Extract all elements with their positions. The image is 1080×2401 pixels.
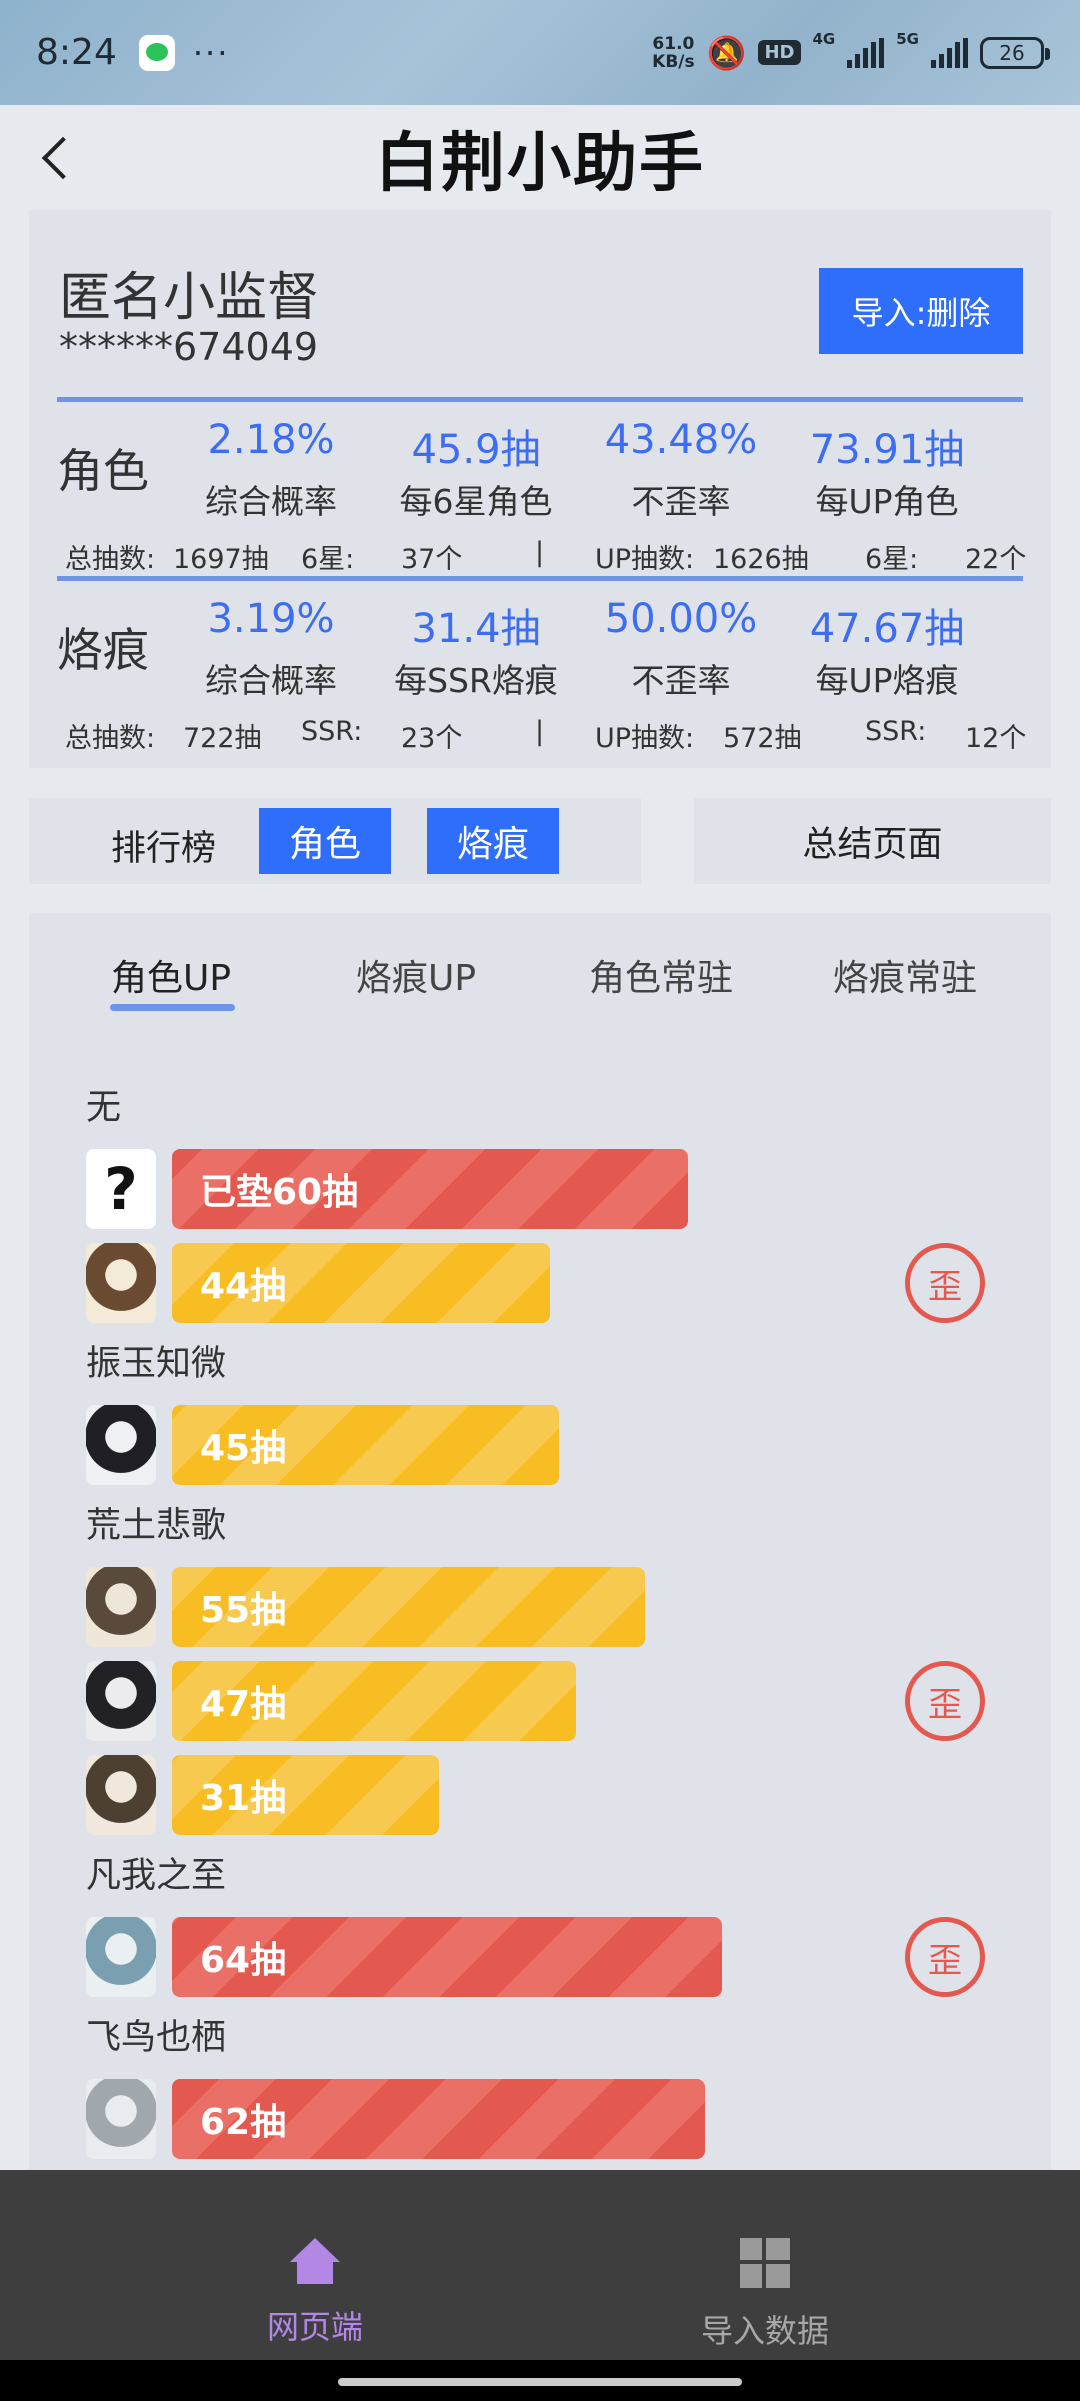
group-title: 无 <box>86 1088 122 1128</box>
hd-icon: HD <box>758 40 801 65</box>
signal-icon <box>847 37 885 68</box>
pull-count-bar: 47抽 <box>172 1661 576 1741</box>
import-delete-button[interactable]: 导入:删除 <box>819 268 1023 354</box>
imprint-totals: 总抽数: 722抽 SSR: 23个 | UP抽数: 572抽 SSR: 12个 <box>65 716 1027 754</box>
character-avatar <box>86 1661 156 1741</box>
character-avatar <box>86 1917 156 1997</box>
user-id: ******674049 <box>59 325 319 369</box>
off-banner-badge: 歪 <box>905 1661 985 1741</box>
status-time: 8:24 <box>36 32 117 73</box>
imprint-stats: 烙痕 3.19% 综合概率 31.4抽 每SSR烙痕 50.00% 不歪率 47.67… <box>57 584 1027 759</box>
stat-col: 45.9抽 每6星角色 <box>399 427 553 521</box>
pull-count-bar: 已垫60抽 <box>172 1149 688 1229</box>
group-title: 凡我之至 <box>86 1856 227 1896</box>
stat-label: 角色 <box>57 444 149 498</box>
back-arrow-icon[interactable] <box>36 133 80 183</box>
rank-character-button[interactable]: 角色 <box>259 808 391 874</box>
group-title: 飞鸟也栖 <box>86 2018 227 2058</box>
pull-count-bar: 45抽 <box>172 1405 559 1485</box>
stat-col: 31.4抽 每SSR烙痕 <box>394 606 558 700</box>
tab-imprint-standard[interactable]: 烙痕常驻 <box>833 949 977 1001</box>
off-banner-badge: 歪 <box>905 1243 985 1323</box>
nav-import[interactable]: 导入数据 <box>495 2170 1035 2360</box>
character-avatar <box>86 2079 156 2159</box>
stat-col: 73.91抽 每UP角色 <box>809 427 965 521</box>
rank-label: 排行榜 <box>111 829 217 869</box>
status-icons: 61.0 KB/s 🔕 HD 4G 5G 26 <box>652 30 1050 72</box>
character-totals: 总抽数: 1697抽 6星: 37个 | UP抽数: 1626抽 6星: 22个 <box>65 537 1027 575</box>
rank-bar: 排行榜 角色 烙痕 <box>29 798 641 884</box>
stat-col: 43.48% 不歪率 <box>604 417 758 521</box>
rank-imprint-button[interactable]: 烙痕 <box>427 808 559 874</box>
home-icon <box>288 2238 342 2284</box>
more-notifications-icon: ··· <box>192 33 230 72</box>
stat-col: 47.67抽 每UP烙痕 <box>809 606 965 700</box>
network-type-2: 5G <box>896 29 919 48</box>
stat-col: 2.18% 综合概率 <box>205 417 337 521</box>
stat-col: 50.00% 不歪率 <box>604 596 758 700</box>
divider <box>57 397 1023 402</box>
summary-card: 匿名小监督 ******674049 导入:删除 角色 2.18% 综合概率 45… <box>29 210 1051 768</box>
pull-count-bar: 64抽 <box>172 1917 722 1997</box>
pull-count-bar: 55抽 <box>172 1567 645 1647</box>
bottom-nav: 网页端 导入数据 <box>0 2170 1080 2360</box>
pull-count-bar: 44抽 <box>172 1243 550 1323</box>
stat-col: 3.19% 综合概率 <box>205 596 337 700</box>
page-title: 白荆小助手 <box>375 125 705 201</box>
group-title: 荒土悲歌 <box>86 1506 227 1546</box>
network-speed: 61.0 KB/s <box>652 33 695 72</box>
network-type-1: 4G <box>812 29 836 48</box>
character-avatar <box>86 1405 156 1485</box>
dashboard-icon <box>740 2238 790 2288</box>
character-avatar <box>86 1243 156 1323</box>
stat-label: 烙痕 <box>57 623 149 677</box>
summary-page-button[interactable]: 总结页面 <box>694 798 1051 884</box>
tab-character-up[interactable]: 角色UP <box>111 949 231 1001</box>
character-avatar <box>86 1567 156 1647</box>
status-bar: 8:24 ··· 61.0 KB/s 🔕 HD 4G 5G 26 <box>0 0 1080 105</box>
character-stats: 角色 2.18% 综合概率 45.9抽 每6星角色 43.48% 不歪率 73.91抽… <box>57 405 1027 580</box>
tab-imprint-up[interactable]: 烙痕UP <box>356 949 476 1001</box>
app-header: 白荆小助手 <box>0 105 1080 210</box>
pull-count-bar: 31抽 <box>172 1755 439 1835</box>
wechat-icon <box>138 34 175 71</box>
user-name: 匿名小监督 <box>59 268 320 328</box>
unknown-character-icon: ? <box>86 1149 156 1229</box>
divider <box>57 576 1023 581</box>
signal-icon-2 <box>931 37 968 68</box>
active-tab-indicator <box>110 1004 235 1011</box>
off-banner-badge: 歪 <box>905 1917 985 1997</box>
tab-character-standard[interactable]: 角色常驻 <box>589 949 733 1001</box>
battery-icon: 26 <box>980 36 1050 69</box>
gesture-bar[interactable] <box>338 2378 742 2386</box>
character-avatar <box>86 1755 156 1835</box>
mute-bell-icon: 🔕 <box>706 33 747 72</box>
gacha-list-card: 角色UP 烙痕UP 角色常驻 烙痕常驻 无? 已垫60抽 44抽歪振玉知微 45抽 荒土… <box>29 913 1051 2213</box>
pull-count-bar: 62抽 <box>172 2079 705 2159</box>
group-title: 振玉知微 <box>86 1344 227 1384</box>
